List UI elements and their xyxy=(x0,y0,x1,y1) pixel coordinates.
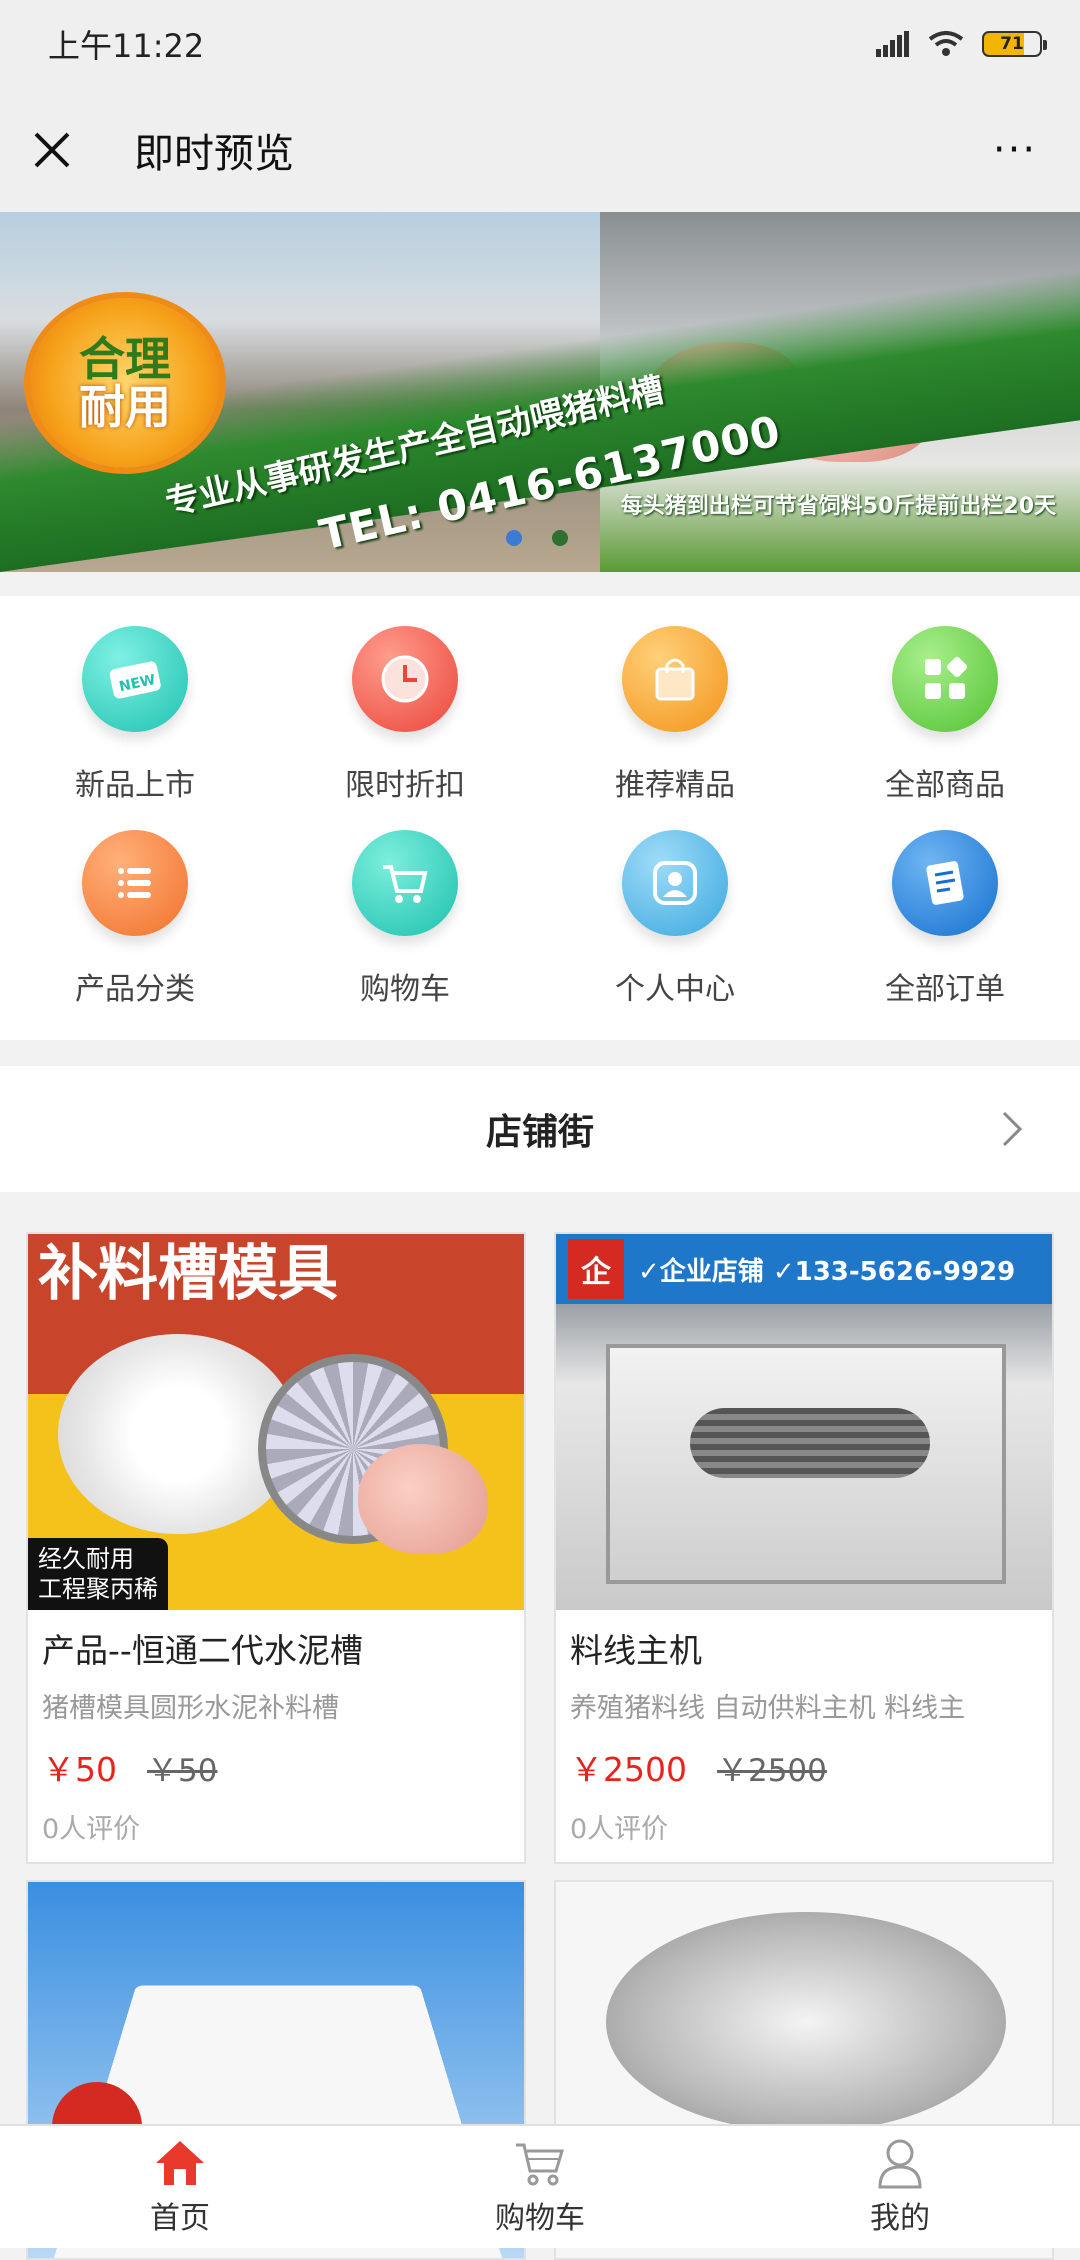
battery-icon: 71 xyxy=(982,31,1047,57)
product-card[interactable]: 补料槽模具 经久耐用 工程聚丙稀 产品--恒通二代水泥槽 猪槽模具圆形水泥补料槽… xyxy=(26,1232,526,1864)
product-desc: 养殖猪料线 自动供料主机 料线主 xyxy=(570,1693,966,1724)
bowl-image xyxy=(606,1912,1006,2132)
menu-label: 限时折扣 xyxy=(345,768,465,803)
tab-label: 首页 xyxy=(150,2201,210,2236)
product-image: 补料槽模具 经久耐用 工程聚丙稀 xyxy=(28,1234,524,1610)
product-image: 企 ✓企业店铺 ✓133-5626-9929 xyxy=(556,1234,1052,1610)
cart-icon xyxy=(516,2143,565,2186)
shop-street-header[interactable]: 店铺街 xyxy=(0,1066,1080,1192)
menu-label: 全部订单 xyxy=(885,972,1005,1007)
menu-item-category[interactable]: 产品分类 xyxy=(0,830,270,1034)
image-heading: 补料槽模具 xyxy=(38,1239,338,1309)
status-bar: 上午11:22 71 xyxy=(0,0,1080,88)
machine-image xyxy=(606,1344,1006,1584)
enterprise-badge: 企 xyxy=(568,1239,624,1299)
menu-label: 产品分类 xyxy=(75,972,195,1007)
image-tag-line: 工程聚丙稀 xyxy=(38,1575,158,1603)
menu-label: 推荐精品 xyxy=(615,768,735,803)
list-icon xyxy=(82,830,188,936)
product-name: 产品--恒通二代水泥槽 xyxy=(42,1631,363,1670)
menu-item-all-products[interactable]: 全部商品 xyxy=(810,626,1080,830)
status-time: 上午11:22 xyxy=(48,27,205,65)
new-icon: NEW xyxy=(82,626,188,732)
badge-line-1: 合理 xyxy=(79,331,171,386)
image-tag-line: 经久耐用 xyxy=(38,1545,134,1573)
tab-cart[interactable]: 购物车 xyxy=(360,2126,720,2248)
machine-slot xyxy=(690,1408,930,1478)
menu-item-new[interactable]: NEW 新品上市 xyxy=(0,626,270,830)
menu-item-discount[interactable]: 限时折扣 xyxy=(270,626,540,830)
grid-icon xyxy=(892,626,998,732)
menu-label: 全部商品 xyxy=(885,768,1005,803)
close-icon[interactable] xyxy=(30,128,74,172)
piglet-image xyxy=(358,1444,488,1554)
menu-label: 新品上市 xyxy=(75,768,195,803)
product-old-price: ￥2500 xyxy=(716,1753,827,1789)
product-reviews: 0人评价 xyxy=(42,1814,141,1845)
home-icon xyxy=(156,2141,204,2185)
chevron-right-icon xyxy=(1002,1111,1023,1147)
battery-level: 71 xyxy=(1000,34,1024,54)
banner-badge: 合理 耐用 xyxy=(30,298,220,468)
page-title: 即时预览 xyxy=(134,131,294,177)
menu-item-profile[interactable]: 个人中心 xyxy=(540,830,810,1034)
badge-line-2: 耐用 xyxy=(79,380,171,434)
more-icon[interactable]: ··· xyxy=(980,130,1050,170)
user-icon xyxy=(878,2139,922,2189)
tab-home[interactable]: 首页 xyxy=(0,2126,360,2248)
shop-street-title: 店铺街 xyxy=(485,1112,594,1153)
banner-carousel[interactable]: 合理 耐用 专业从事研发生产全自动喂猪料槽 TEL: 0416-6137000 … xyxy=(0,212,1080,572)
wifi-icon xyxy=(928,31,964,56)
product-desc: 猪槽模具圆形水泥补料槽 xyxy=(42,1693,339,1724)
product-grid: 补料槽模具 经久耐用 工程聚丙稀 产品--恒通二代水泥槽 猪槽模具圆形水泥补料槽… xyxy=(26,1232,1056,2260)
carousel-dot[interactable] xyxy=(552,530,568,546)
product-card[interactable]: 企 ✓企业店铺 ✓133-5626-9929 料线主机 养殖猪料线 自动供料主机… xyxy=(554,1232,1054,1864)
user-icon xyxy=(622,830,728,936)
clock-icon xyxy=(352,626,458,732)
image-tag: 经久耐用 工程聚丙稀 xyxy=(28,1538,168,1610)
tab-mine[interactable]: 我的 xyxy=(720,2126,1080,2248)
quick-menu: NEW 新品上市 限时折扣 推荐精品 全部商品 产品分类 购物车 个人中心 全部… xyxy=(0,596,1080,1040)
tab-label: 我的 xyxy=(870,2201,930,2236)
carousel-dots xyxy=(506,530,568,546)
cart-icon xyxy=(352,830,458,936)
product-name: 料线主机 xyxy=(570,1631,702,1670)
order-icon xyxy=(892,830,998,936)
menu-label: 购物车 xyxy=(360,972,450,1007)
product-old-price: ￥50 xyxy=(147,1753,218,1789)
product-price: ￥50 xyxy=(42,1750,117,1789)
menu-item-orders[interactable]: 全部订单 xyxy=(810,830,1080,1034)
image-banner-bar: 企 ✓企业店铺 ✓133-5626-9929 xyxy=(556,1234,1052,1304)
menu-item-recommend[interactable]: 推荐精品 xyxy=(540,626,810,830)
status-icons: 71 xyxy=(876,31,1047,57)
carousel-dot-active[interactable] xyxy=(506,530,522,546)
menu-label: 个人中心 xyxy=(615,972,735,1007)
banner-note: 每头猪到出栏可节省饲料50斤提前出栏20天 xyxy=(620,494,1056,519)
title-bar: 即时预览 ··· xyxy=(0,88,1080,212)
product-reviews: 0人评价 xyxy=(570,1814,669,1845)
image-bar-text: ✓企业店铺 ✓133-5626-9929 xyxy=(638,1256,1016,1287)
menu-item-cart[interactable]: 购物车 xyxy=(270,830,540,1034)
signal-icon xyxy=(876,31,909,57)
bag-icon xyxy=(622,626,728,732)
bottom-tab-bar: 首页 购物车 我的 xyxy=(0,2124,1080,2248)
product-price: ￥2500 xyxy=(570,1750,687,1789)
tab-label: 购物车 xyxy=(495,2201,585,2236)
